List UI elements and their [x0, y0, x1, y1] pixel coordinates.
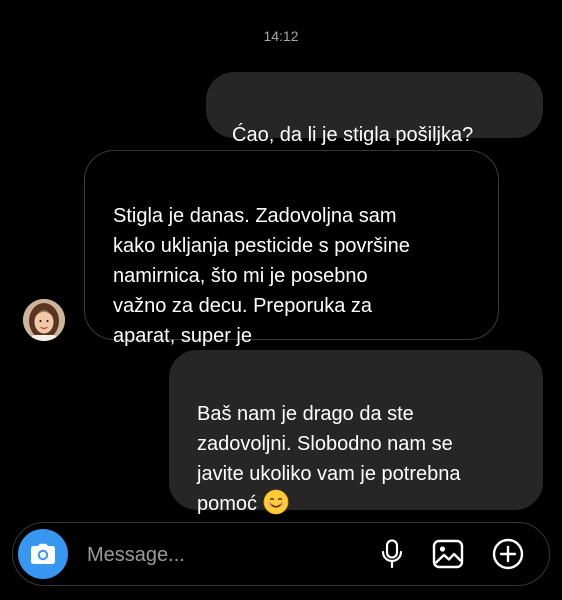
message-timestamp: 14:12 [263, 28, 299, 44]
sent-message[interactable]: Baš nam je drago da ste zadovoljni. Slob… [169, 350, 543, 515]
message-composer [12, 522, 550, 586]
gallery-button[interactable] [431, 537, 465, 571]
add-icon [492, 538, 524, 570]
camera-button[interactable] [18, 529, 68, 579]
voice-message-button[interactable] [375, 537, 409, 571]
message-text: Baš nam je drago da ste zadovoljni. Slob… [197, 403, 461, 515]
message-text: Stigla je danas. Zadovoljna sam kako ukl… [113, 205, 410, 347]
add-attachment-button[interactable] [491, 537, 525, 571]
microphone-icon [381, 539, 403, 569]
contact-avatar[interactable] [23, 299, 65, 341]
sent-message[interactable]: Ćao, da li je stigla pošiljka? [206, 72, 543, 146]
camera-icon [31, 543, 55, 564]
smiling-face-emoji-icon [263, 489, 289, 515]
received-message[interactable]: Stigla je danas. Zadovoljna sam kako ukl… [84, 150, 499, 347]
message-text: Ćao, da li je stigla pošiljka? [232, 124, 474, 146]
message-input[interactable] [85, 537, 359, 573]
avatar-image [23, 299, 65, 341]
gallery-icon [432, 539, 464, 569]
